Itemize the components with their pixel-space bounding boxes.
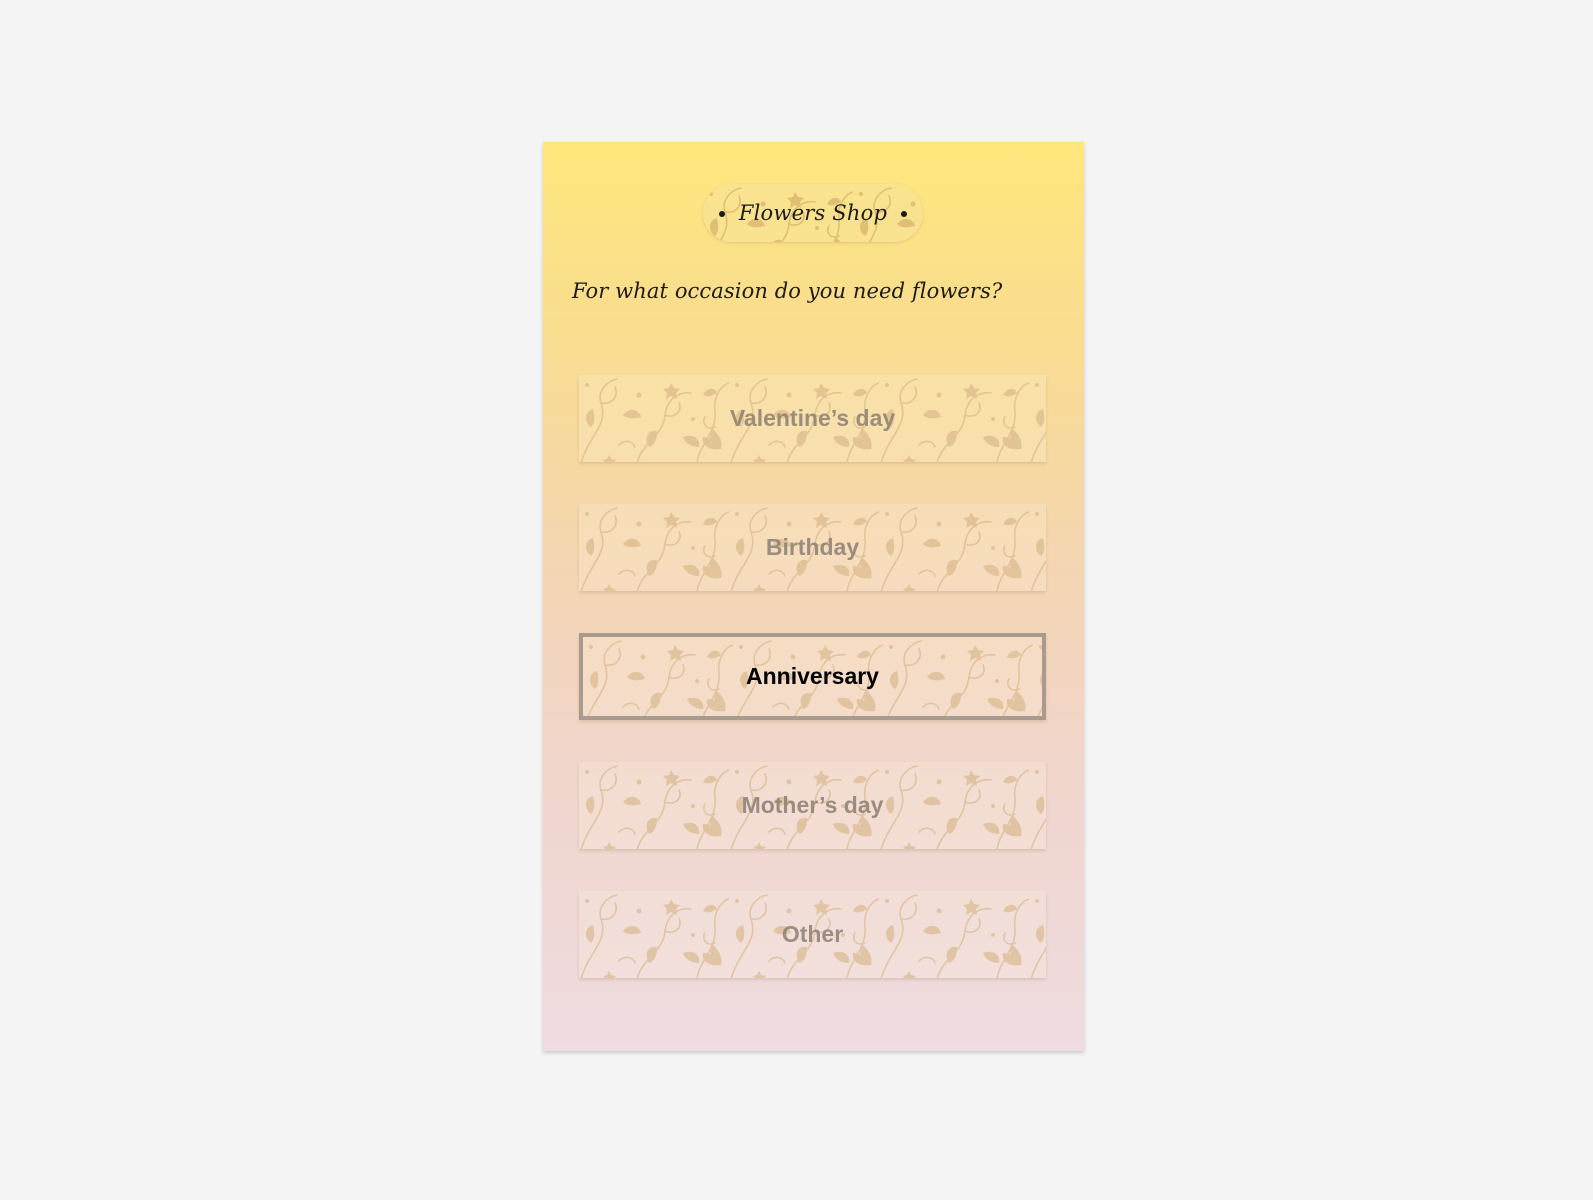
- bullet-dot-icon: [719, 211, 725, 217]
- option-label: Mother’s day: [741, 792, 884, 818]
- bullet-dot-icon: [901, 211, 907, 217]
- option-label: Valentine’s day: [729, 405, 896, 431]
- option-anniversary[interactable]: Anniversary: [579, 633, 1046, 720]
- flower-shop-card: Flowers Shop For what occasion do you ne…: [543, 142, 1084, 1051]
- option-mothers-day[interactable]: Mother’s day: [579, 762, 1046, 849]
- option-birthday[interactable]: Birthday: [579, 504, 1046, 591]
- option-label: Other: [781, 921, 844, 947]
- app-title: Flowers Shop: [738, 201, 888, 225]
- option-label: Birthday: [765, 534, 860, 560]
- option-other[interactable]: Other: [579, 891, 1046, 978]
- option-label: Anniversary: [746, 663, 879, 689]
- occasion-question: For what occasion do you need flowers?: [572, 279, 1003, 303]
- option-valentines-day[interactable]: Valentine’s day: [579, 375, 1046, 462]
- header-title-pill: Flowers Shop: [703, 184, 923, 242]
